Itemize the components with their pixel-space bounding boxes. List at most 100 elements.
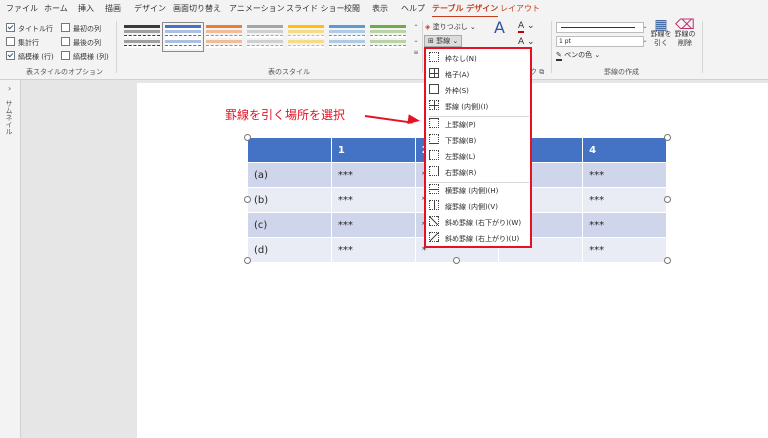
- tab-insert[interactable]: 挿入: [78, 3, 94, 14]
- menu-item-no-border[interactable]: 枠なし(N): [429, 52, 529, 66]
- menu-item-outside-borders[interactable]: 外枠(S): [429, 84, 529, 98]
- text-effects-icon[interactable]: A: [494, 20, 505, 36]
- table-header-cell[interactable]: 1: [330, 137, 416, 163]
- tab-view[interactable]: 表示: [372, 3, 388, 14]
- table-cell[interactable]: ***: [330, 162, 416, 188]
- option-first-column[interactable]: 最初の列: [61, 23, 101, 34]
- table-style-row: [370, 25, 406, 28]
- gallery-more-icon[interactable]: ≡: [412, 48, 420, 58]
- pen-style-dropdown[interactable]: [556, 22, 644, 33]
- table-cell[interactable]: (c): [247, 212, 332, 238]
- group-label-draw-borders: 罫線の作成: [604, 68, 639, 76]
- checkbox-icon[interactable]: [6, 23, 15, 32]
- left-border-icon: [429, 150, 439, 160]
- text-fill-icon[interactable]: A ⌄: [518, 21, 535, 33]
- pen-color-button[interactable]: ✎ ペンの色 ⌄: [556, 50, 600, 61]
- draw-table-icon: ▦: [654, 17, 668, 33]
- pen-weight-chevron-icon[interactable]: ⌄: [641, 36, 649, 46]
- dialog-launcher-icon[interactable]: ⧉: [539, 68, 544, 76]
- table-cell[interactable]: ***: [582, 187, 667, 213]
- menu-item-inside-borders[interactable]: 罫線 (内側)(I): [429, 100, 529, 114]
- checkbox-icon[interactable]: [61, 23, 70, 32]
- table-style-row: [206, 40, 242, 43]
- menu-item-inside-horizontal-border[interactable]: 横罫線 (内側)(H): [429, 184, 529, 198]
- text-outline-icon[interactable]: A ⌄: [518, 37, 535, 49]
- checkbox-icon[interactable]: [6, 37, 15, 46]
- option-banded-rows[interactable]: 縞模様 (行): [6, 51, 54, 62]
- table-style-row: [124, 25, 160, 28]
- resize-handle[interactable]: [453, 257, 460, 264]
- pen-style-line: [561, 27, 635, 28]
- group-label-table-styles: 表のスタイル: [268, 68, 310, 76]
- table-style-thumbnail[interactable]: [206, 25, 242, 49]
- table-cell[interactable]: ***: [330, 237, 416, 263]
- checkbox-icon[interactable]: [61, 37, 70, 46]
- checkbox-icon[interactable]: [61, 51, 70, 60]
- inside-vertical-border-icon: [429, 200, 439, 210]
- menu-item-top-border[interactable]: 上罫線(P): [429, 118, 529, 132]
- tab-animations[interactable]: アニメーション: [229, 3, 285, 14]
- resize-handle[interactable]: [244, 134, 251, 141]
- menu-item-right-border[interactable]: 右罫線(R): [429, 166, 529, 180]
- table-style-thumbnail[interactable]: [162, 22, 204, 52]
- tab-transitions[interactable]: 画面切り替え: [173, 3, 221, 14]
- resize-handle[interactable]: [664, 196, 671, 203]
- tab-review[interactable]: 校閲: [344, 3, 360, 14]
- table-header-cell[interactable]: 4: [582, 137, 667, 163]
- gallery-scroll-up-icon[interactable]: ⌃: [412, 23, 420, 33]
- table-style-thumbnail[interactable]: [288, 25, 324, 49]
- table-cell[interactable]: (d): [247, 237, 332, 263]
- table-cell[interactable]: ***: [330, 212, 416, 238]
- shading-button[interactable]: ◈ 塗りつぶし ⌄: [425, 22, 476, 32]
- checkbox-icon[interactable]: [6, 51, 15, 60]
- table-style-row: [165, 45, 201, 48]
- option-total-row[interactable]: 集計行: [6, 37, 39, 48]
- menu-item-diagonal-down-border[interactable]: 斜め罫線 (右下がり)(W): [429, 216, 529, 230]
- tab-help[interactable]: ヘルプ: [401, 3, 425, 14]
- tab-layout[interactable]: レイアウト: [500, 3, 540, 14]
- table-cell[interactable]: (b): [247, 187, 332, 213]
- tab-home[interactable]: ホーム: [44, 3, 68, 14]
- menu-item-inside-vertical-border[interactable]: 縦罫線 (内側)(V): [429, 200, 529, 214]
- group-separator: [551, 21, 552, 73]
- table-cell[interactable]: ***: [582, 237, 667, 263]
- pen-style-chevron-icon[interactable]: ⌄: [641, 22, 649, 32]
- tab-table-design[interactable]: テーブル デザイン: [432, 3, 499, 18]
- diagonal-up-border-icon: [429, 232, 439, 242]
- expand-chevron-icon[interactable]: ›: [8, 84, 11, 93]
- gallery-scroll-down-icon[interactable]: ⌄: [412, 36, 420, 46]
- eraser-button[interactable]: ⌫ 罫線の削除: [674, 18, 696, 48]
- table-style-thumbnail[interactable]: [247, 25, 283, 49]
- option-last-column[interactable]: 最後の列: [61, 37, 101, 48]
- grid-border-icon: ⊞: [428, 37, 434, 45]
- tab-design[interactable]: デザイン: [134, 3, 166, 14]
- table-style-thumbnail[interactable]: [124, 25, 160, 49]
- tab-file[interactable]: ファイル: [6, 3, 38, 14]
- table-cell[interactable]: ***: [582, 162, 667, 188]
- tab-slideshow[interactable]: スライド ショー: [286, 3, 345, 14]
- resize-handle[interactable]: [664, 257, 671, 264]
- draw-table-button[interactable]: ▦ 罫線を引く: [650, 17, 672, 48]
- menu-item-bottom-border[interactable]: 下罫線(B): [429, 134, 529, 148]
- table-style-row: [206, 35, 242, 38]
- pen-weight-dropdown[interactable]: 1 pt: [556, 36, 644, 47]
- bottom-border-icon: [429, 134, 439, 144]
- resize-handle[interactable]: [664, 134, 671, 141]
- borders-button[interactable]: ⊞ 罫線 ⌄: [424, 35, 463, 47]
- menu-item-diagonal-up-border[interactable]: 斜め罫線 (右上がり)(U): [429, 232, 529, 246]
- table-cell[interactable]: (a): [247, 162, 332, 188]
- table-cell[interactable]: ***: [582, 212, 667, 238]
- menu-item-all-borders[interactable]: 格子(A): [429, 68, 529, 82]
- thumbnail-pane: › サムネイル: [0, 80, 21, 438]
- borders-dropdown-menu: 枠なし(N) 格子(A) 外枠(S) 罫線 (内側)(I) 上罫線(P) 下罫線…: [424, 47, 532, 248]
- table-style-thumbnail[interactable]: [370, 25, 406, 49]
- table-style-thumbnail[interactable]: [329, 25, 365, 49]
- resize-handle[interactable]: [244, 196, 251, 203]
- resize-handle[interactable]: [244, 257, 251, 264]
- option-banded-columns[interactable]: 縞模様 (列): [61, 51, 109, 62]
- menu-item-left-border[interactable]: 左罫線(L): [429, 150, 529, 164]
- table-cell[interactable]: ***: [330, 187, 416, 213]
- tab-draw[interactable]: 描画: [105, 3, 121, 14]
- table-header-cell[interactable]: [247, 137, 332, 163]
- option-header-row[interactable]: タイトル行: [6, 23, 53, 34]
